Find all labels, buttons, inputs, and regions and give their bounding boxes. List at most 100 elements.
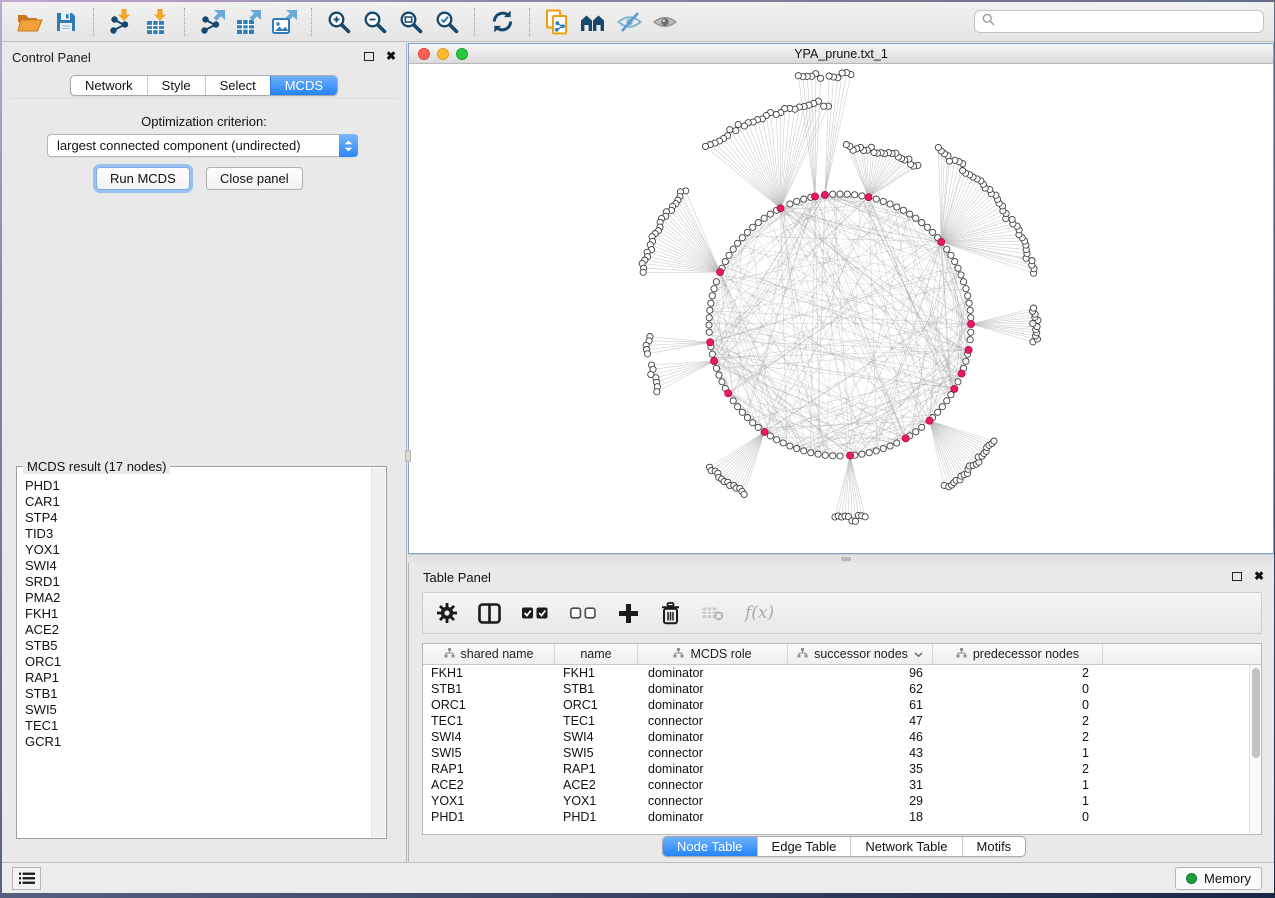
zoom-fit-icon[interactable] (393, 7, 429, 37)
maximize-window-icon[interactable] (456, 48, 468, 60)
network-title-bar[interactable]: YPA_prune.txt_1 (409, 44, 1273, 64)
mcds-node[interactable] (812, 193, 819, 200)
tab-motifs[interactable]: Motifs (962, 837, 1026, 856)
network-leaf-node[interactable] (826, 73, 832, 79)
cell-predecessor-nodes[interactable]: 1 (933, 793, 1103, 809)
network-node[interactable] (894, 204, 900, 210)
network-node[interactable] (735, 240, 741, 246)
duplicate-network-icon[interactable] (539, 7, 575, 37)
network-node[interactable] (859, 451, 865, 457)
close-window-icon[interactable] (418, 48, 430, 60)
mcds-result-item[interactable]: RAP1 (18, 670, 370, 686)
cell-successor-nodes[interactable]: 62 (788, 681, 933, 697)
network-node[interactable] (713, 279, 719, 285)
network-node[interactable] (852, 192, 858, 198)
cell-predecessor-nodes[interactable]: 2 (933, 713, 1103, 729)
network-node[interactable] (873, 196, 879, 202)
table-row[interactable]: FKH1FKH1dominator962 (423, 665, 1249, 681)
mcds-node[interactable] (821, 191, 828, 198)
table-scrollbar-thumb[interactable] (1252, 668, 1260, 758)
network-node[interactable] (944, 246, 950, 252)
select-all-columns-icon[interactable] (522, 607, 549, 619)
network-node[interactable] (787, 443, 793, 449)
network-node[interactable] (801, 196, 807, 202)
table-row[interactable]: SWI5SWI5connector431 (423, 745, 1249, 761)
mcds-node[interactable] (951, 385, 958, 392)
cell-predecessor-nodes[interactable]: 0 (933, 809, 1103, 825)
network-node[interactable] (894, 440, 900, 446)
network-node[interactable] (774, 437, 780, 443)
close-panel-icon[interactable]: ✖ (386, 51, 396, 61)
network-node[interactable] (739, 235, 745, 241)
network-node[interactable] (952, 259, 958, 265)
network-leaf-node[interactable] (862, 514, 868, 520)
network-canvas[interactable] (409, 65, 1273, 553)
network-node[interactable] (965, 293, 971, 299)
network-node[interactable] (739, 409, 745, 415)
network-node[interactable] (716, 372, 722, 378)
cell-successor-nodes[interactable]: 35 (788, 761, 933, 777)
cell-successor-nodes[interactable]: 29 (788, 793, 933, 809)
network-node[interactable] (706, 315, 712, 321)
column-header-MCDS-role[interactable]: MCDS role (638, 644, 788, 664)
network-leaf-node[interactable] (1009, 216, 1015, 222)
mcds-node[interactable] (725, 390, 732, 397)
cell-name[interactable]: ORC1 (555, 697, 638, 713)
column-header-successor-nodes[interactable]: successor nodes (788, 644, 933, 664)
cell-predecessor-nodes[interactable]: 2 (933, 761, 1103, 777)
network-node[interactable] (924, 224, 930, 230)
network-leaf-node[interactable] (727, 127, 733, 133)
network-node[interactable] (913, 429, 919, 435)
network-node[interactable] (767, 433, 773, 439)
import-table-icon[interactable] (139, 7, 175, 37)
cell-MCDS-role[interactable]: dominator (638, 665, 788, 681)
network-node[interactable] (787, 201, 793, 207)
save-session-icon[interactable] (48, 7, 84, 37)
network-node[interactable] (930, 229, 936, 235)
network-node[interactable] (707, 307, 713, 313)
network-node[interactable] (955, 265, 961, 271)
network-node[interactable] (794, 446, 800, 452)
first-neighbors-icon[interactable] (575, 7, 611, 37)
search-input[interactable] (1000, 15, 1256, 29)
network-leaf-node[interactable] (644, 351, 650, 357)
mcds-result-item[interactable]: SRD1 (18, 574, 370, 590)
mcds-node[interactable] (926, 417, 933, 424)
network-node[interactable] (830, 191, 836, 197)
optimization-criterion-select[interactable]: largest connected component (undirected) (47, 134, 358, 157)
mcds-node[interactable] (938, 238, 945, 245)
cell-successor-nodes[interactable]: 18 (788, 809, 933, 825)
close-panel-button[interactable]: Close panel (206, 167, 303, 190)
mcds-result-item[interactable]: SWI4 (18, 558, 370, 574)
network-node[interactable] (963, 286, 969, 292)
table-row[interactable]: ORC1ORC1dominator610 (423, 697, 1249, 713)
zoom-selected-icon[interactable] (429, 7, 465, 37)
network-node[interactable] (939, 404, 945, 410)
mcds-result-item[interactable]: CAR1 (18, 494, 370, 510)
mcds-node[interactable] (761, 429, 768, 436)
result-list-scrollbar[interactable] (371, 468, 385, 837)
minimize-window-icon[interactable] (437, 48, 449, 60)
mcds-result-item[interactable]: YOX1 (18, 542, 370, 558)
network-node[interactable] (859, 193, 865, 199)
network-node[interactable] (900, 207, 906, 213)
network-node[interactable] (919, 424, 925, 430)
mcds-result-list[interactable]: PHD1CAR1STP4TID3YOX1SWI4SRD1PMA2FKH1ACE2… (18, 468, 370, 837)
tab-network-table[interactable]: Network Table (850, 837, 961, 856)
network-node[interactable] (961, 279, 967, 285)
cell-shared-name[interactable]: FKH1 (423, 665, 555, 681)
cell-successor-nodes[interactable]: 47 (788, 713, 933, 729)
network-node[interactable] (967, 337, 973, 343)
mcds-result-item[interactable]: TEC1 (18, 718, 370, 734)
network-node[interactable] (815, 451, 821, 457)
network-node[interactable] (958, 272, 964, 278)
network-leaf-node[interactable] (741, 123, 747, 129)
network-node[interactable] (844, 191, 850, 197)
close-panel-icon[interactable]: ✖ (1254, 571, 1264, 581)
table-scrollbar[interactable] (1249, 665, 1261, 834)
open-file-icon[interactable] (12, 7, 48, 37)
cell-predecessor-nodes[interactable]: 1 (933, 745, 1103, 761)
network-node[interactable] (948, 252, 954, 258)
mcds-result-item[interactable]: ACE2 (18, 622, 370, 638)
refresh-view-icon[interactable] (484, 7, 520, 37)
